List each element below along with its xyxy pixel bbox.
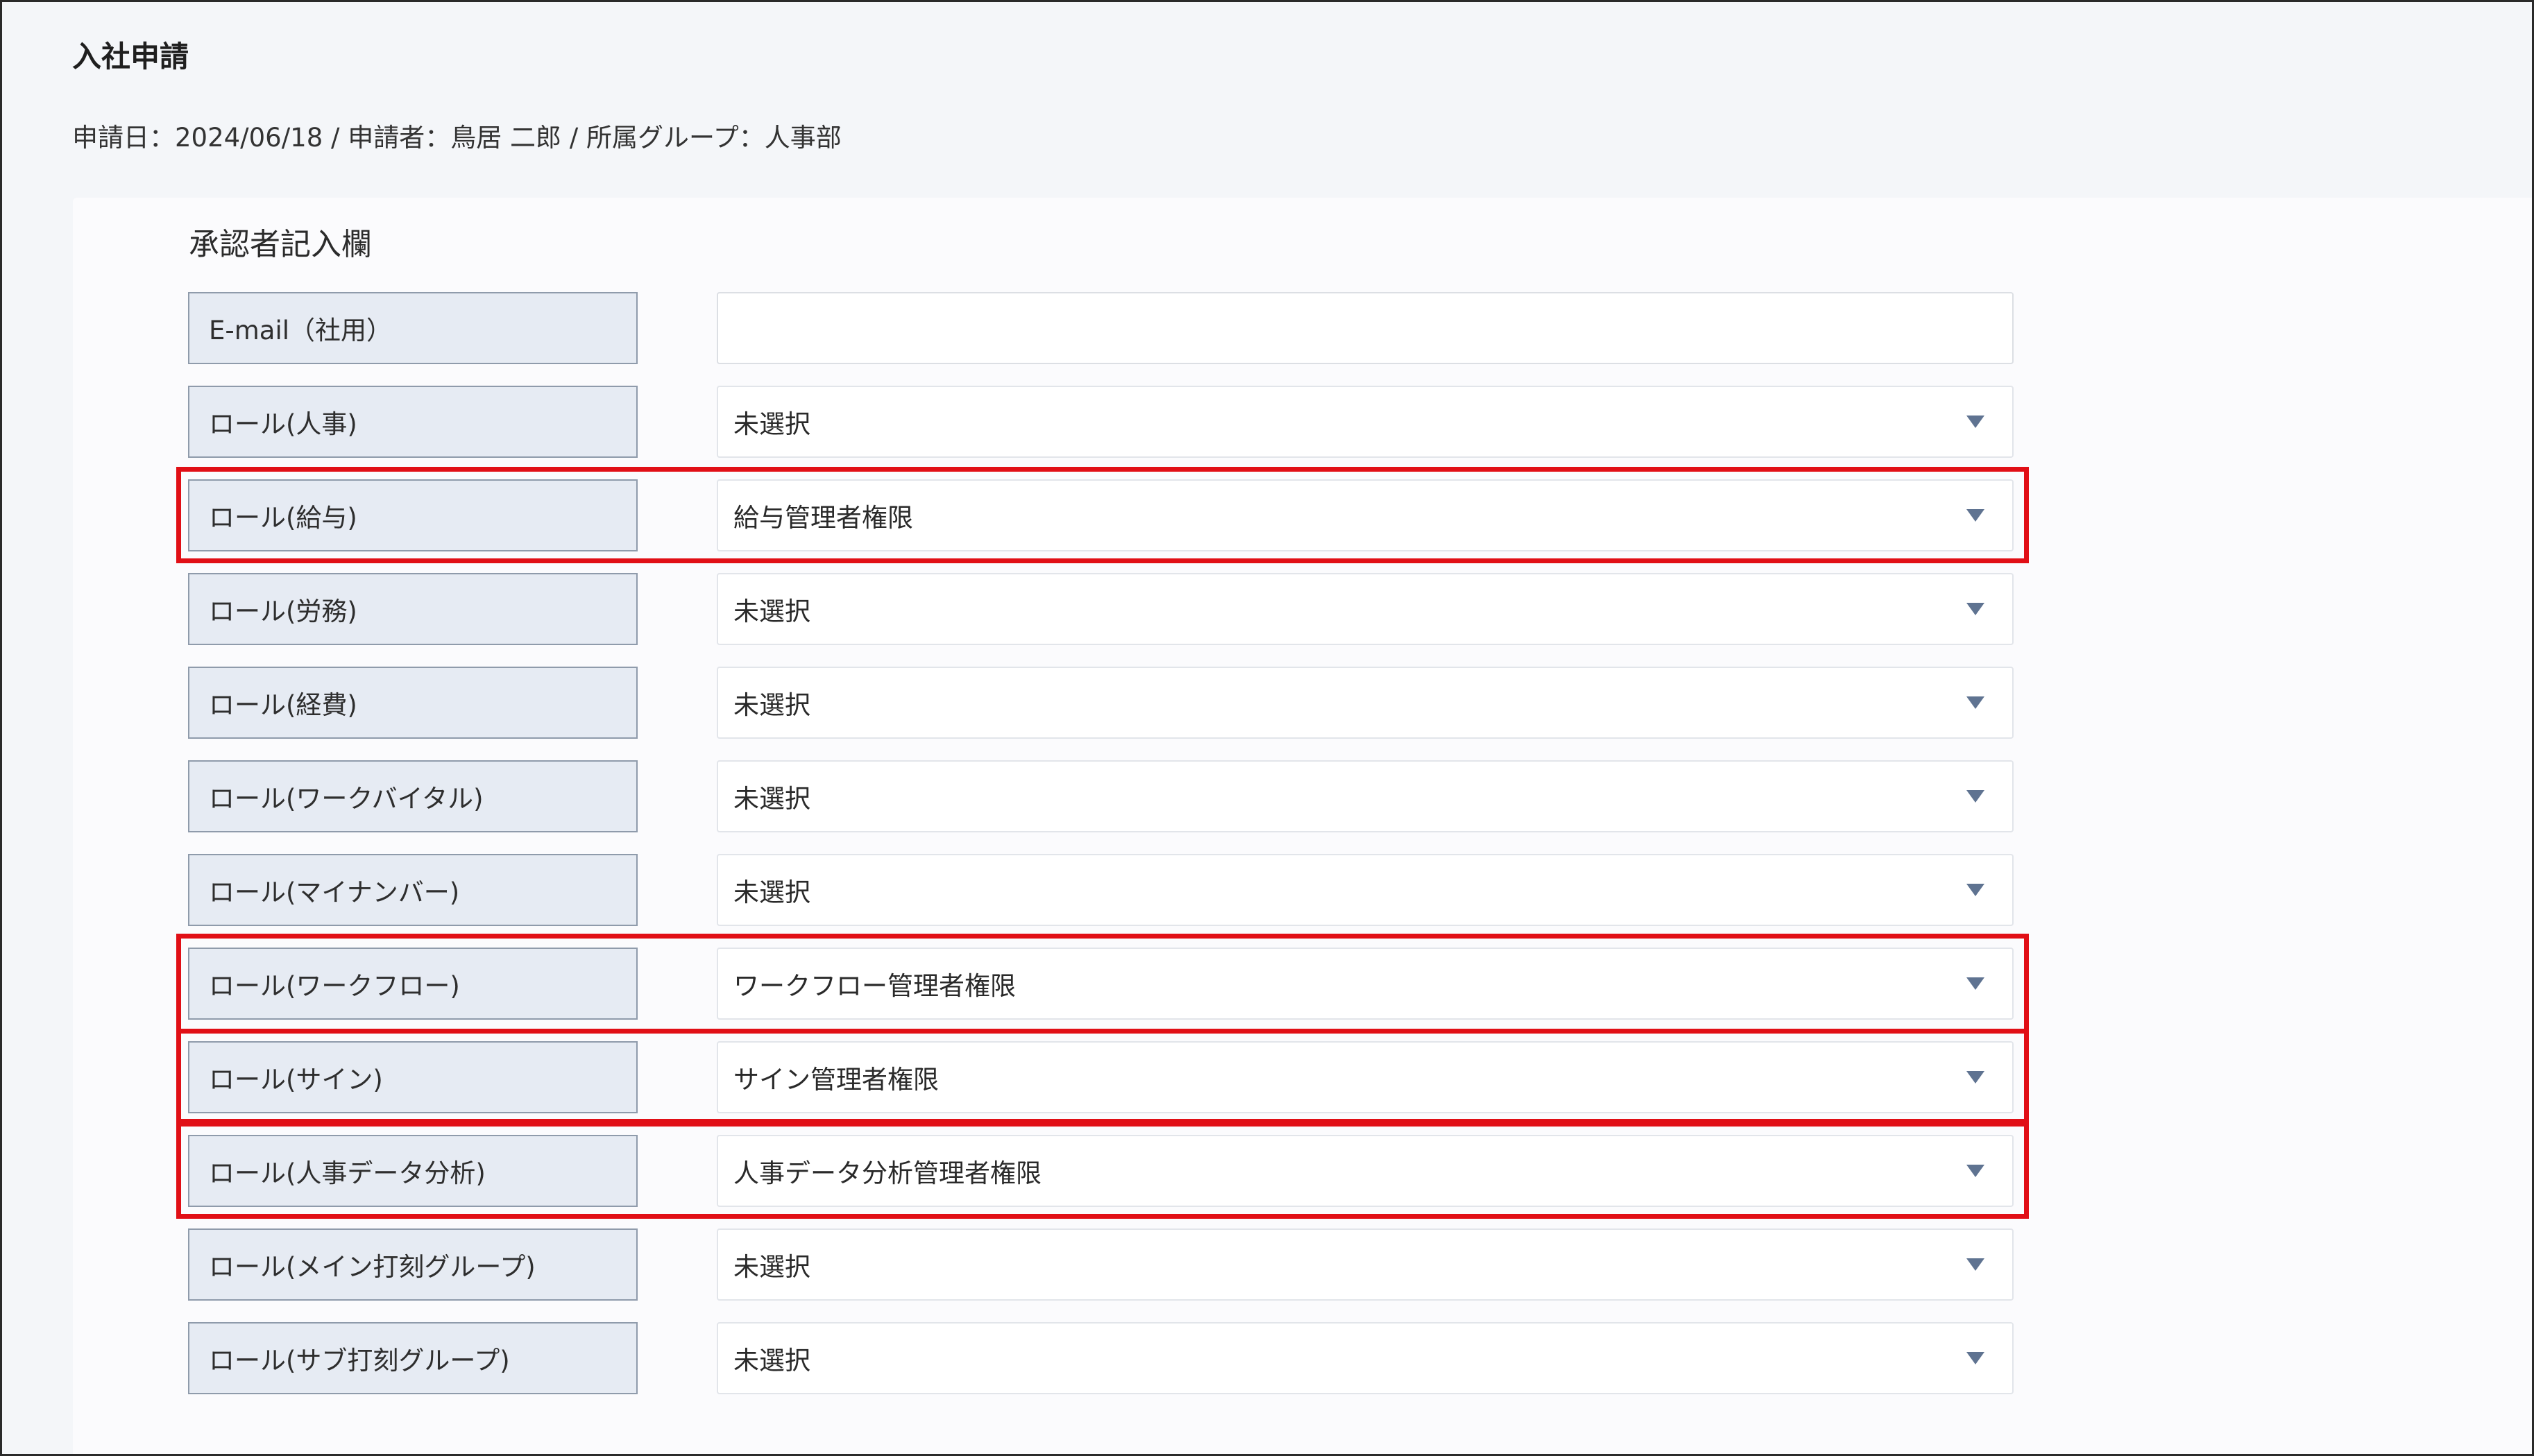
- role-sign-select[interactable]: サイン管理者権限: [717, 1041, 2014, 1113]
- field-label-role-sub-clock-group: ロール(サブ打刻グループ): [188, 1322, 638, 1394]
- select-value: サイン管理者権限: [733, 1065, 939, 1095]
- caret-down-icon: [1966, 977, 1984, 990]
- caret-down-icon: [1966, 790, 1984, 803]
- application-window: 入社申請 申請日：2024/06/18 / 申請者：鳥居 二郎 / 所属グループ…: [0, 0, 2534, 1456]
- role-mynumber-select[interactable]: 未選択: [717, 854, 2014, 926]
- role-workflow-select[interactable]: ワークフロー管理者権限: [717, 948, 2014, 1020]
- field-label-role-expense: ロール(経費): [188, 667, 638, 739]
- role-hr-select[interactable]: 未選択: [717, 386, 2014, 458]
- select-value: 未選択: [733, 597, 810, 626]
- select-value: 未選択: [733, 784, 810, 814]
- section-title: 承認者記入欄: [189, 227, 372, 262]
- caret-down-icon: [1966, 884, 1984, 896]
- application-meta: 申請日：2024/06/18 / 申請者：鳥居 二郎 / 所属グループ：人事部: [72, 123, 842, 153]
- field-label-role-mynumber: ロール(マイナンバー): [188, 854, 638, 926]
- role-sub-clock-group-select[interactable]: 未選択: [717, 1322, 2014, 1394]
- field-label-role-labor: ロール(労務): [188, 573, 638, 645]
- field-label-role-main-clock-group: ロール(メイン打刻グループ): [188, 1228, 638, 1301]
- caret-down-icon: [1966, 416, 1984, 428]
- caret-down-icon: [1966, 1352, 1984, 1364]
- select-value: 未選択: [733, 877, 810, 907]
- field-label-role-hr: ロール(人事): [188, 386, 638, 458]
- email-input[interactable]: [717, 292, 2014, 364]
- select-value: 未選択: [733, 1252, 810, 1282]
- role-workvital-select[interactable]: 未選択: [717, 760, 2014, 832]
- select-value: 人事データ分析管理者権限: [733, 1158, 1041, 1188]
- caret-down-icon: [1966, 696, 1984, 709]
- role-main-clock-group-select[interactable]: 未選択: [717, 1228, 2014, 1301]
- select-value: ワークフロー管理者権限: [733, 971, 1016, 1001]
- select-value: 未選択: [733, 409, 810, 439]
- field-label-role-payroll: ロール(給与): [188, 479, 638, 551]
- page-title: 入社申請: [72, 40, 189, 74]
- role-hr-analytics-select[interactable]: 人事データ分析管理者権限: [717, 1135, 2014, 1207]
- field-label-role-workflow: ロール(ワークフロー): [188, 948, 638, 1020]
- caret-down-icon: [1966, 1165, 1984, 1177]
- select-value: 未選択: [733, 1346, 810, 1376]
- field-label-email: E-mail（社用）: [188, 292, 638, 364]
- field-label-role-workvital: ロール(ワークバイタル): [188, 760, 638, 832]
- field-label-role-hr-analytics: ロール(人事データ分析): [188, 1135, 638, 1207]
- role-expense-select[interactable]: 未選択: [717, 667, 2014, 739]
- caret-down-icon: [1966, 603, 1984, 615]
- role-labor-select[interactable]: 未選択: [717, 573, 2014, 645]
- role-payroll-select[interactable]: 給与管理者権限: [717, 479, 2014, 551]
- caret-down-icon: [1966, 1258, 1984, 1271]
- caret-down-icon: [1966, 1071, 1984, 1084]
- field-label-role-sign: ロール(サイン): [188, 1041, 638, 1113]
- caret-down-icon: [1966, 509, 1984, 522]
- select-value: 未選択: [733, 690, 810, 720]
- select-value: 給与管理者権限: [733, 503, 913, 533]
